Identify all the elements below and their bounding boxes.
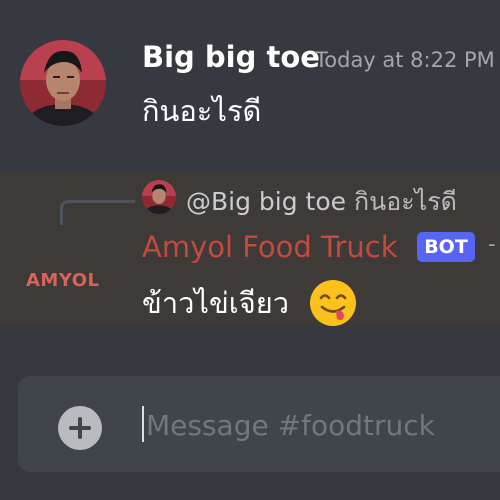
message-author[interactable]: Big big toe (142, 40, 320, 74)
reply-content: กินอะไรดี (353, 187, 457, 216)
message-content: ข้าวไข่เจียว (142, 286, 289, 320)
add-attachment-button[interactable] (58, 406, 102, 450)
reply-avatar[interactable] (142, 180, 176, 214)
message-composer (18, 376, 500, 472)
reply-mention[interactable]: @Big big toe (186, 187, 346, 216)
avatar[interactable] (20, 40, 106, 126)
message-timestamp: Today at 8:22 PM (315, 48, 495, 72)
yum-face-icon (310, 280, 356, 326)
reply-connector (60, 200, 135, 225)
timestamp-dash: - (488, 232, 496, 256)
bot-avatar-logo[interactable]: AMYOL (26, 270, 100, 291)
message-content: กินอะไรดี (142, 94, 262, 128)
message-1: Big big toe Today at 8:22 PM กินอะไรดี (0, 0, 500, 170)
reply-preview[interactable]: @Big big toe กินอะไรดี (186, 182, 457, 222)
bot-badge: BOT (417, 232, 475, 262)
message-2: @Big big toe กินอะไรดี AMYOL Amyol Food … (0, 172, 500, 326)
user-avatar-icon (142, 180, 176, 214)
message-author[interactable]: Amyol Food Truck (142, 230, 398, 264)
user-avatar-icon (20, 40, 106, 126)
message-input[interactable] (144, 402, 500, 448)
